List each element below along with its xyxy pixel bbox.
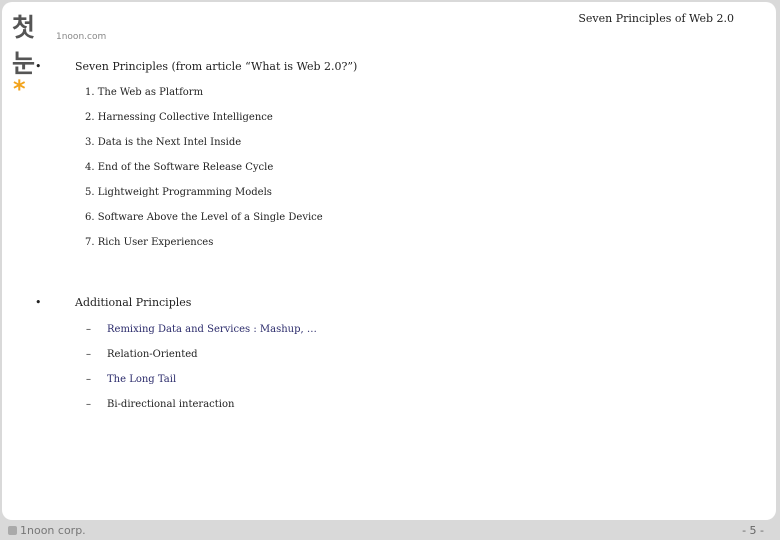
principle-item-4: 4. End of the Software Release Cycle [85, 162, 274, 173]
page-number: - 5 - [742, 524, 764, 537]
principle-item-3: 3. Data is the Next Intel Inside [85, 137, 242, 148]
bullet-text: Additional Principles [75, 296, 192, 309]
slide: 첫눈* 1noon.com Seven Principles of Web 2.… [2, 2, 776, 520]
dash-icon: – [86, 349, 91, 360]
principle-item-6: 6. Software Above the Level of a Single … [85, 212, 323, 223]
additional-item-text: Remixing Data and Services : Mashup, … [107, 324, 317, 335]
logo-subtitle: 1noon.com [56, 32, 107, 42]
footer-company-logo: 1noon corp. [8, 524, 86, 537]
bullet-icon: • [35, 296, 42, 309]
principle-item-5: 5. Lightweight Programming Models [85, 187, 272, 198]
logo-wordmark: 첫눈* [12, 13, 35, 103]
additional-item-text: Relation-Oriented [107, 349, 198, 360]
company-mark-icon [8, 526, 17, 535]
slide-header-title: Seven Principles of Web 2.0 [578, 12, 734, 25]
principle-item-2: 2. Harnessing Collective Intelligence [85, 112, 273, 123]
principle-item-7: 7. Rich User Experiences [85, 237, 214, 248]
bullet-text: Seven Principles (from article “What is … [75, 60, 358, 73]
dash-icon: – [86, 399, 91, 410]
bullet-icon: • [35, 60, 42, 73]
principle-item-1: 1. The Web as Platform [85, 87, 204, 98]
dash-icon: – [86, 324, 91, 335]
asterisk-icon: * [13, 75, 26, 103]
dash-icon: – [86, 374, 91, 385]
additional-item-text: Bi-directional interaction [107, 399, 235, 410]
additional-item-text: The Long Tail [107, 374, 177, 385]
